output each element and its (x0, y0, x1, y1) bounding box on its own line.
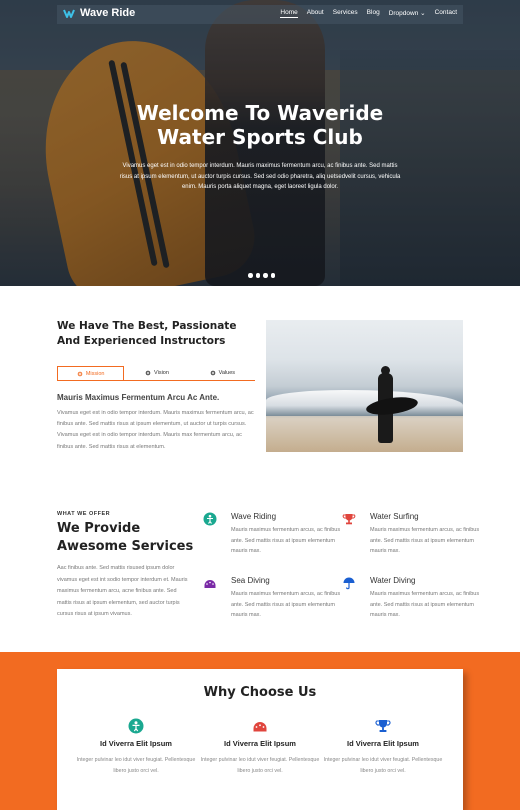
why-choose-card: Why Choose Us Id Viverra Elit Ipsum Inte… (57, 669, 463, 810)
why-item-text: Integer pulvinar leo idut viver feugiat.… (76, 757, 196, 774)
nav-link-home[interactable]: Home (280, 9, 298, 18)
nav-link-services[interactable]: Services (333, 9, 358, 18)
service-wave-riding[interactable]: Wave Riding Mauris maximus fermentum arc… (203, 512, 341, 557)
services-title-line-2: Awesome Services (57, 539, 194, 554)
service-title: Water Surfing (370, 512, 419, 521)
why-item-title: Id Viverra Elit Ipsum (347, 739, 419, 748)
why-item: Id Viverra Elit Ipsum Integer pulvinar l… (76, 718, 196, 777)
services-title-line-1: We Provide (57, 521, 141, 536)
slider-dot[interactable] (263, 273, 268, 278)
services-eyebrow: WHAT WE OFFER (57, 511, 111, 517)
slider-dot[interactable] (255, 273, 260, 278)
why-item-title: Id Viverra Elit Ipsum (224, 739, 296, 748)
surfer-beach-photo (266, 320, 463, 452)
tab-mission[interactable]: Mission (57, 366, 125, 380)
service-text: Mauris maximus fermentum arcus, ac finib… (370, 527, 480, 554)
why-item-text: Integer pulvinar leo idut viver feugiat.… (323, 757, 443, 774)
hero-section: Wave Ride Home About Services Blog Dropd… (0, 0, 520, 286)
trophy-icon (375, 720, 391, 732)
nav-link-blog[interactable]: Blog (367, 9, 380, 18)
wave-logo-icon (63, 9, 75, 18)
tab-values[interactable]: Values (190, 366, 255, 380)
tab-vision-label: Vision (154, 370, 169, 376)
trophy-icon (342, 514, 356, 525)
gauge-icon (253, 722, 267, 732)
swimmer-icon (128, 718, 144, 734)
swimmer-icon (203, 512, 217, 526)
instructors-text: Vivamus eget est in odio tempor interdum… (57, 410, 254, 450)
instructors-title: We Have The Best, Passionate And Experie… (57, 320, 237, 347)
nav-link-dropdown-label: Dropdown (388, 10, 419, 17)
tab-mission-label: Mission (85, 370, 105, 377)
why-item: Id Viverra Elit Ipsum Integer pulvinar l… (323, 718, 443, 777)
instructors-tabs: Mission Vision Values (57, 366, 255, 381)
nav-link-dropdown[interactable]: Dropdown ⌄ (389, 9, 426, 18)
tab-values-label: Values (218, 370, 236, 376)
logo-text: Wave Ride (80, 7, 136, 19)
services-title: We Provide Awesome Services (57, 520, 207, 556)
service-title: Wave Riding (231, 512, 277, 521)
service-sea-diving[interactable]: Sea Diving Mauris maximus fermentum arcu… (204, 576, 341, 621)
hero-title-line-2: Water Sports Club (157, 125, 363, 149)
gear-icon (77, 371, 83, 376)
why-choose-title: Why Choose Us (203, 685, 317, 700)
service-title: Sea Diving (231, 576, 270, 585)
gear-icon (210, 370, 215, 376)
service-water-diving[interactable]: Water Diving Mauris maximus fermentum ar… (343, 576, 480, 621)
why-item-title: Id Viverra Elit Ipsum (100, 739, 172, 748)
tab-vision[interactable]: Vision (124, 366, 189, 380)
nav-link-about[interactable]: About (307, 9, 324, 18)
nav-link-contact[interactable]: Contact (435, 9, 457, 18)
nav-links: Home About Services Blog Dropdown ⌄ Cont… (280, 9, 457, 18)
hero-title: Welcome To Waveride Water Sports Club (0, 101, 520, 149)
why-item-text: Integer pulvinar leo idut viver feugiat.… (200, 757, 320, 774)
service-text: Mauris maximus fermentum arcus, ac finib… (370, 591, 480, 618)
wave-shape (266, 390, 463, 416)
navbar: Wave Ride Home About Services Blog Dropd… (57, 5, 463, 24)
instructors-subtitle: Mauris Maximus Fermentum Arcu Ac Ante. (57, 393, 220, 402)
hero-text: Vivamus eget est in odio tempor interdum… (119, 163, 401, 190)
hero-title-line-1: Welcome To Waveride (136, 101, 384, 125)
service-text: Mauris maximus fermentum arcus, ac finib… (231, 527, 341, 554)
slider-dot[interactable] (248, 273, 253, 278)
why-item: Id Viverra Elit Ipsum Integer pulvinar l… (200, 718, 320, 777)
logo[interactable]: Wave Ride (63, 7, 135, 19)
slider-dots (248, 273, 275, 278)
gear-icon (145, 370, 151, 376)
service-title: Water Diving (370, 576, 416, 585)
service-text: Mauris maximus fermentum arcus, ac finib… (231, 591, 341, 618)
chevron-down-icon: ⌄ (420, 10, 426, 17)
slider-dot[interactable] (270, 273, 275, 278)
gauge-icon (204, 580, 216, 588)
services-text: Aac finibus ante. Sed mattis risused ips… (57, 565, 188, 617)
umbrella-icon (343, 577, 355, 590)
service-water-surfing[interactable]: Water Surfing Mauris maximus fermentum a… (342, 512, 480, 557)
